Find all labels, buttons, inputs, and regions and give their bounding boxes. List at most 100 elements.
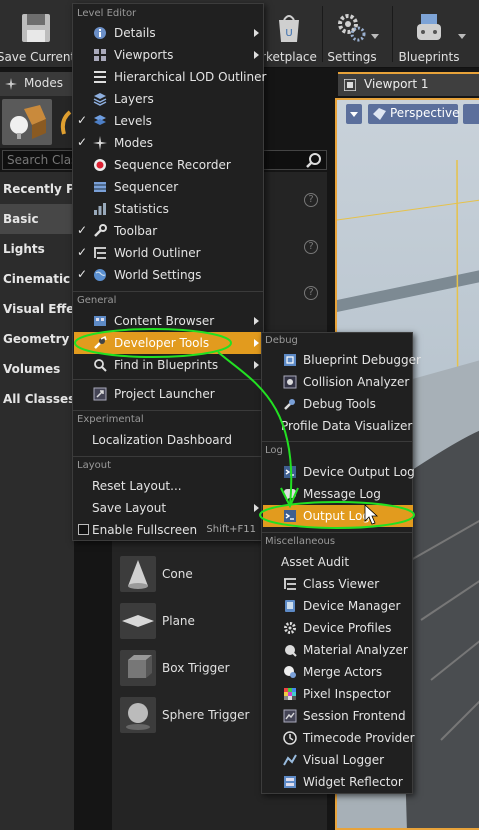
placeable-cone[interactable]: Cone — [120, 556, 270, 596]
viewport-tab[interactable]: Viewport 1 — [338, 72, 479, 96]
box-trigger-icon — [128, 655, 152, 678]
perspective-button[interactable]: Perspective — [368, 104, 460, 124]
modes-icon — [5, 78, 17, 90]
menu-item-world-outliner[interactable]: ✓ World Outliner — [74, 242, 262, 264]
place-mode-icon — [10, 105, 46, 139]
levels-icon — [94, 115, 106, 125]
menu-item-layers[interactable]: Layers — [74, 88, 262, 110]
menu-item-pixel-inspector[interactable]: Pixel Inspector — [263, 683, 413, 705]
menu-item-label: Save Layout — [92, 501, 167, 515]
category-visual-effects[interactable]: Visual Effec — [0, 294, 74, 324]
menu-item-label: Find in Blueprints — [114, 358, 219, 372]
help-icon[interactable]: ? — [304, 286, 318, 300]
details-icon — [94, 27, 106, 39]
menu-item-label: World Settings — [114, 268, 202, 282]
menu-item-reset-layout[interactable]: Reset Layout... — [74, 475, 262, 497]
menu-item-output-log[interactable]: Output Log — [263, 505, 413, 527]
menu-separator — [262, 441, 412, 442]
log-icon — [284, 466, 296, 478]
menu-item-label: Widget Reflector — [303, 775, 403, 789]
find-blueprint-icon — [94, 359, 107, 372]
menu-item-viewports[interactable]: Viewports — [74, 44, 262, 66]
submenu-arrow-icon — [254, 504, 259, 512]
menu-item-levels[interactable]: ✓ Levels — [74, 110, 262, 132]
place-mode-button[interactable] — [2, 99, 52, 145]
menu-item-profile-data-visualizer[interactable]: Profile Data Visualizer — [263, 415, 413, 437]
menu-item-timecode-provider[interactable]: Timecode Provider — [263, 727, 415, 749]
menu-item-content-browser[interactable]: Content Browser — [74, 310, 262, 332]
menu-item-toolbar[interactable]: ✓ Toolbar — [74, 220, 262, 242]
hlod-icon — [94, 71, 106, 83]
menu-item-visual-logger[interactable]: Visual Logger — [263, 749, 413, 771]
menu-item-find-in-blueprints[interactable]: Find in Blueprints — [74, 354, 262, 376]
fullscreen-checkbox[interactable] — [78, 524, 89, 535]
category-basic[interactable]: Basic — [0, 204, 74, 234]
menu-item-statistics[interactable]: Statistics — [74, 198, 262, 220]
menu-item-save-layout[interactable]: Save Layout — [74, 497, 262, 519]
category-cinematic[interactable]: Cinematic — [0, 264, 74, 294]
viewport-lit-button[interactable] — [463, 104, 479, 124]
category-all-classes[interactable]: All Classes — [0, 384, 74, 414]
menu-item-localization-dashboard[interactable]: Localization Dashboard — [74, 429, 262, 451]
category-volumes[interactable]: Volumes — [0, 354, 74, 384]
menu-item-world-settings[interactable]: ✓ World Settings — [74, 264, 262, 286]
menu-item-class-viewer[interactable]: Class Viewer — [263, 573, 413, 595]
category-recently-placed[interactable]: Recently Pla — [0, 174, 74, 204]
placeable-label: Box Trigger — [162, 661, 230, 675]
menu-item-material-analyzer[interactable]: Material Analyzer — [263, 639, 413, 661]
menu-item-label: Layers — [114, 92, 154, 106]
submenu-arrow-icon — [254, 51, 259, 59]
menu-item-label: Levels — [114, 114, 152, 128]
menu-item-widget-reflector[interactable]: Widget Reflector — [263, 771, 413, 793]
placeable-plane[interactable]: Plane — [120, 603, 270, 643]
content-browser-icon — [94, 316, 106, 326]
viewport-options-button[interactable] — [346, 104, 362, 124]
cone-thumbnail — [120, 556, 156, 592]
placeable-sphere-trigger[interactable]: Sphere Trigger — [120, 697, 270, 737]
cone-icon — [128, 560, 148, 589]
menu-item-hlod-outliner[interactable]: Hierarchical LOD Outliner — [74, 66, 266, 88]
viewports-icon — [94, 49, 106, 61]
menu-item-device-profiles[interactable]: Device Profiles — [263, 617, 413, 639]
save-icon — [22, 14, 50, 42]
marketplace-icon: U — [279, 15, 299, 42]
category-lights[interactable]: Lights — [0, 234, 74, 264]
blueprints-label: Blueprints — [398, 50, 460, 64]
menu-item-device-manager[interactable]: Device Manager — [263, 595, 413, 617]
menu-item-label: Statistics — [114, 202, 169, 216]
menu-item-label: Timecode Provider — [303, 731, 415, 745]
menu-item-asset-audit[interactable]: Asset Audit — [263, 551, 413, 573]
sphere-trigger-thumbnail — [120, 697, 156, 733]
menu-item-session-frontend[interactable]: Session Frontend — [263, 705, 413, 727]
blueprints-dropdown-icon[interactable] — [458, 34, 466, 39]
menu-item-label: Material Analyzer — [303, 643, 408, 657]
help-icon[interactable]: ? — [304, 240, 318, 254]
shortcut-label: Shift+F11 — [206, 524, 256, 535]
menu-item-debug-tools[interactable]: Debug Tools — [263, 393, 413, 415]
svg-text:U: U — [285, 28, 292, 39]
menu-item-details[interactable]: Details — [74, 22, 262, 44]
menu-item-merge-actors[interactable]: Merge Actors — [263, 661, 413, 683]
menu-item-label: Message Log — [303, 487, 381, 501]
menu-item-collision-analyzer[interactable]: Collision Analyzer — [263, 371, 413, 393]
menu-item-modes[interactable]: ✓ Modes — [74, 132, 262, 154]
wrench-icon — [94, 224, 107, 237]
settings-dropdown-icon[interactable] — [371, 34, 379, 39]
menu-item-developer-tools[interactable]: Developer Tools — [74, 332, 262, 354]
placeable-box-trigger[interactable]: Box Trigger — [120, 650, 270, 690]
marketplace-button[interactable]: U rketplace — [258, 4, 320, 66]
menu-item-message-log[interactable]: Message Log — [263, 483, 413, 505]
pixel-inspector-icon — [284, 688, 296, 700]
search-icon[interactable] — [306, 152, 322, 168]
menu-item-label: Merge Actors — [303, 665, 383, 679]
menu-item-blueprint-debugger[interactable]: Blueprint Debugger — [263, 349, 421, 371]
menu-item-device-output-log[interactable]: Device Output Log — [263, 461, 415, 483]
menu-item-sequence-recorder[interactable]: Sequence Recorder — [74, 154, 262, 176]
save-current-button[interactable]: Save Current — [0, 4, 75, 66]
help-icon[interactable]: ? — [304, 193, 318, 207]
menu-item-project-launcher[interactable]: Project Launcher — [74, 383, 262, 405]
category-geometry[interactable]: Geometry — [0, 324, 74, 354]
blueprints-button[interactable]: Blueprints — [396, 4, 462, 66]
menu-item-sequencer[interactable]: Sequencer — [74, 176, 262, 198]
menu-item-enable-fullscreen[interactable]: Enable Fullscreen Shift+F11 — [74, 519, 262, 541]
